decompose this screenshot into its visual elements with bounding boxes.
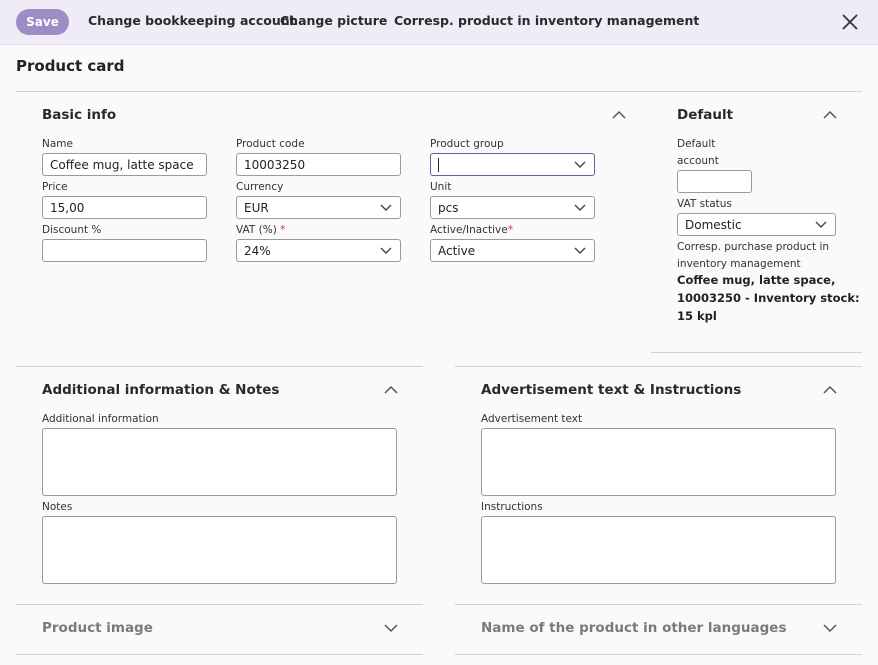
- product-code-value: 10003250: [244, 157, 306, 172]
- chevron-down-icon: [815, 221, 827, 228]
- divider: [16, 654, 423, 655]
- currency-select[interactable]: EUR: [236, 196, 401, 219]
- chevron-up-icon[interactable]: [612, 110, 626, 120]
- chevron-down-icon[interactable]: [384, 623, 398, 633]
- chevron-down-icon: [380, 247, 392, 254]
- vat-select[interactable]: 24%: [236, 239, 401, 262]
- instructions-textarea[interactable]: [481, 516, 836, 584]
- divider: [651, 352, 862, 353]
- close-icon[interactable]: [838, 10, 862, 34]
- chevron-down-icon: [574, 161, 586, 168]
- discount-field[interactable]: [42, 239, 207, 262]
- basic-info-title: Basic info: [42, 107, 117, 123]
- divider: [455, 654, 862, 655]
- name-field[interactable]: Coffee mug, latte space: [42, 153, 207, 176]
- additional-info-textarea[interactable]: [42, 428, 397, 496]
- product-group-select[interactable]: [430, 153, 595, 176]
- unit-value: pcs: [438, 200, 459, 215]
- chevron-down-icon: [574, 204, 586, 211]
- advertisement-text-label: Advertisement text: [481, 413, 583, 425]
- other-languages-title[interactable]: Name of the product in other languages: [481, 620, 787, 636]
- advertisement-title: Advertisement text & Instructions: [481, 382, 742, 398]
- notes-label: Notes: [42, 501, 73, 513]
- active-value: Active: [438, 243, 476, 258]
- vat-status-value: Domestic: [685, 217, 742, 232]
- default-account-label-line1: Default: [677, 138, 716, 150]
- name-label: Name: [42, 138, 73, 150]
- chevron-down-icon[interactable]: [823, 623, 837, 633]
- currency-value: EUR: [244, 200, 269, 215]
- notes-textarea[interactable]: [42, 516, 397, 584]
- page-title: Product card: [16, 57, 125, 75]
- product-image-title[interactable]: Product image: [42, 620, 153, 636]
- chevron-up-icon[interactable]: [823, 385, 837, 395]
- text-cursor: [438, 157, 439, 172]
- active-select[interactable]: Active: [430, 239, 595, 262]
- price-field[interactable]: 15,00: [42, 196, 207, 219]
- chevron-down-icon: [574, 247, 586, 254]
- change-bookkeeping-account-button[interactable]: Change bookkeeping account: [88, 13, 296, 28]
- price-value: 15,00: [50, 200, 85, 215]
- instructions-label: Instructions: [481, 501, 543, 513]
- default-account-label-line2: account: [677, 155, 719, 167]
- discount-label: Discount %: [42, 224, 102, 236]
- divider: [16, 366, 423, 367]
- required-mark: *: [280, 224, 286, 236]
- corresp-value-line1: Coffee mug, latte space,: [677, 273, 836, 287]
- corresp-value-line2: 10003250 - Inventory stock:: [677, 291, 860, 305]
- additional-info-title: Additional information & Notes: [42, 382, 280, 398]
- vat-value: 24%: [244, 243, 271, 258]
- corresp-label-line1: Corresp. purchase product in: [677, 241, 830, 253]
- advertisement-text-textarea[interactable]: [481, 428, 836, 496]
- product-code-label: Product code: [236, 138, 305, 150]
- currency-label: Currency: [236, 181, 284, 193]
- divider: [455, 366, 862, 367]
- vat-status-label: VAT status: [677, 198, 732, 210]
- chevron-up-icon[interactable]: [384, 385, 398, 395]
- divider: [16, 604, 423, 605]
- toolbar: Save Change bookkeeping account Change p…: [0, 0, 878, 45]
- active-label: Active/Inactive*: [430, 224, 513, 236]
- name-value: Coffee mug, latte space: [50, 157, 194, 172]
- additional-info-label: Additional information: [42, 413, 159, 425]
- default-account-field[interactable]: [677, 170, 752, 193]
- unit-select[interactable]: pcs: [430, 196, 595, 219]
- save-button[interactable]: Save: [16, 9, 69, 35]
- product-code-field[interactable]: 10003250: [236, 153, 401, 176]
- divider: [455, 604, 862, 605]
- divider: [16, 91, 862, 92]
- chevron-up-icon[interactable]: [823, 110, 837, 120]
- corresp-value-line3: 15 kpl: [677, 309, 717, 323]
- change-picture-button[interactable]: Change picture: [280, 13, 387, 28]
- price-label: Price: [42, 181, 68, 193]
- chevron-down-icon: [380, 204, 392, 211]
- default-title: Default: [677, 107, 734, 123]
- unit-label: Unit: [430, 181, 452, 193]
- product-group-label: Product group: [430, 138, 504, 150]
- vat-status-select[interactable]: Domestic: [677, 213, 836, 236]
- corresp-product-button[interactable]: Corresp. product in inventory management: [394, 13, 699, 28]
- vat-label: VAT (%) *: [236, 224, 286, 236]
- required-mark: *: [507, 224, 513, 236]
